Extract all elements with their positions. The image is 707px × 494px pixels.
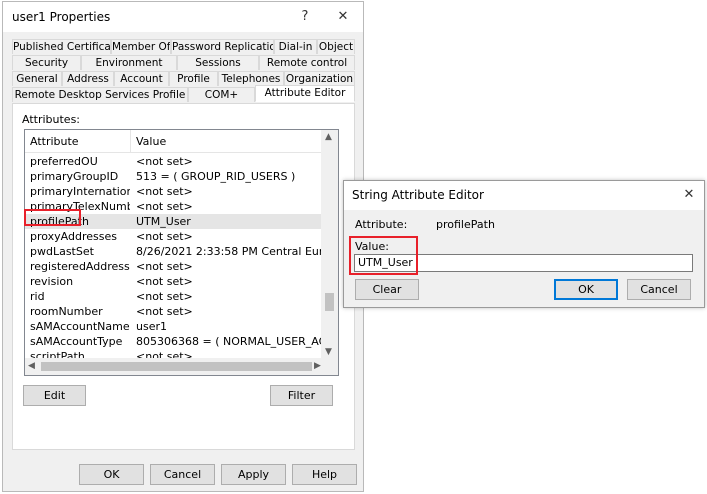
value-highlight bbox=[349, 236, 418, 275]
tab-profile[interactable]: Profile bbox=[169, 71, 218, 86]
vertical-scroll-thumb[interactable] bbox=[325, 293, 334, 311]
ok-button[interactable]: OK bbox=[79, 464, 144, 485]
tab-password-replication[interactable]: Password Replication bbox=[171, 39, 274, 54]
tab-remote-control[interactable]: Remote control bbox=[259, 55, 355, 70]
attribute-name-cell: proxyAddresses bbox=[30, 230, 117, 243]
attribute-name-cell: revision bbox=[30, 275, 74, 288]
tab-sessions[interactable]: Sessions bbox=[177, 55, 259, 70]
scroll-up-icon[interactable]: ▲ bbox=[325, 132, 332, 142]
tab-published-certificates[interactable]: Published Certificates bbox=[12, 39, 111, 54]
scroll-right-icon[interactable]: ▶ bbox=[314, 361, 321, 371]
tab-remote-desktop-services-profile[interactable]: Remote Desktop Services Profile bbox=[12, 87, 188, 102]
horizontal-scrollbar[interactable]: ◀ ▶ bbox=[25, 358, 322, 375]
tab-security[interactable]: Security bbox=[12, 55, 81, 70]
profile-path-highlight bbox=[24, 209, 81, 226]
column-header-value[interactable]: Value bbox=[136, 135, 166, 148]
edit-button[interactable]: Edit bbox=[23, 385, 86, 406]
attribute-value-cell: 513 = ( GROUP_RID_USERS ) bbox=[136, 170, 296, 183]
tab-organization[interactable]: Organization bbox=[284, 71, 355, 86]
tab-com-plus[interactable]: COM+ bbox=[188, 87, 255, 102]
tab-dial-in[interactable]: Dial-in bbox=[274, 39, 317, 54]
attribute-name-cell: registeredAddress bbox=[30, 260, 130, 273]
attribute-name-cell: primaryGroupID bbox=[30, 170, 119, 183]
attribute-name-cell: rid bbox=[30, 290, 45, 303]
column-header-attribute[interactable]: Attribute bbox=[30, 135, 79, 148]
scroll-left-icon[interactable]: ◀ bbox=[28, 361, 35, 371]
attribute-value-cell: user1 bbox=[136, 320, 167, 333]
table-row[interactable]: registeredAddress <not set> bbox=[25, 259, 322, 274]
vertical-scrollbar[interactable]: ▲ ▼ bbox=[321, 130, 338, 360]
tab-telephones[interactable]: Telephones bbox=[218, 71, 284, 86]
clear-button[interactable]: Clear bbox=[355, 279, 419, 300]
apply-button[interactable]: Apply bbox=[221, 464, 286, 485]
filter-button[interactable]: Filter bbox=[270, 385, 333, 406]
close-icon[interactable]: ✕ bbox=[328, 7, 358, 27]
tab-address[interactable]: Address bbox=[62, 71, 114, 86]
attribute-name-cell: pwdLastSet bbox=[30, 245, 94, 258]
window-title: user1 Properties bbox=[12, 10, 111, 24]
attribute-value-cell: 8/26/2021 2:33:58 PM Central Europe Dayl… bbox=[136, 245, 322, 258]
attribute-value-cell: <not set> bbox=[136, 155, 193, 168]
dialog-ok-button[interactable]: OK bbox=[554, 279, 618, 300]
list-header: Attribute Value bbox=[25, 130, 322, 153]
attribute-value-cell: <not set> bbox=[136, 185, 193, 198]
help-icon[interactable]: ? bbox=[290, 7, 320, 27]
attributes-list[interactable]: Attribute Value preferredOU <not set> prim… bbox=[24, 129, 339, 376]
tab-attribute-editor[interactable]: Attribute Editor bbox=[255, 85, 355, 102]
attribute-value-cell: <not set> bbox=[136, 305, 193, 318]
attribute-label: Attribute: bbox=[355, 218, 408, 231]
attribute-name-cell: preferredOU bbox=[30, 155, 98, 168]
cancel-button[interactable]: Cancel bbox=[150, 464, 215, 485]
horizontal-scroll-thumb[interactable] bbox=[41, 362, 312, 371]
attributes-label: Attributes: bbox=[22, 113, 81, 126]
attribute-value-cell: 805306368 = ( NORMAL_USER_ACCOUNT bbox=[136, 335, 322, 348]
table-row[interactable]: rid <not set> bbox=[25, 289, 322, 304]
attribute-value-cell: UTM_User bbox=[136, 215, 191, 228]
scroll-down-icon[interactable]: ▼ bbox=[325, 347, 332, 357]
attribute-value-cell: <not set> bbox=[136, 275, 193, 288]
attribute-name: profilePath bbox=[436, 218, 495, 231]
dialog-title-bar: String Attribute Editor ✕ bbox=[344, 181, 704, 210]
dialog-title: String Attribute Editor bbox=[352, 188, 484, 202]
table-row[interactable]: sAMAccountName user1 bbox=[25, 319, 322, 334]
table-row[interactable]: pwdLastSet 8/26/2021 2:33:58 PM Central E… bbox=[25, 244, 322, 259]
string-attribute-editor-dialog: String Attribute Editor ✕ Attribute: pro… bbox=[343, 180, 705, 308]
table-row[interactable]: sAMAccountType 805306368 = ( NORMAL_USER_… bbox=[25, 334, 322, 349]
table-row[interactable]: preferredOU <not set> bbox=[25, 154, 322, 169]
table-row[interactable]: primaryGroupID 513 = ( GROUP_RID_USERS ) bbox=[25, 169, 322, 184]
attribute-name-cell: primaryInternationalIS... bbox=[30, 185, 130, 198]
attribute-value-cell: <not set> bbox=[136, 230, 193, 243]
title-bar: user1 Properties ? ✕ bbox=[3, 2, 363, 32]
scrollbar-corner bbox=[321, 358, 338, 375]
column-divider[interactable] bbox=[130, 130, 131, 152]
dialog-cancel-button[interactable]: Cancel bbox=[627, 279, 691, 300]
user-properties-window: user1 Properties ? ✕ Published Certifica… bbox=[2, 1, 364, 492]
attribute-name-cell: sAMAccountName bbox=[30, 320, 130, 333]
dialog-close-icon[interactable]: ✕ bbox=[674, 185, 704, 205]
tab-general[interactable]: General bbox=[12, 71, 62, 86]
table-row[interactable]: primaryInternationalIS... <not set> bbox=[25, 184, 322, 199]
attribute-value-cell: <not set> bbox=[136, 290, 193, 303]
table-row[interactable]: proxyAddresses <not set> bbox=[25, 229, 322, 244]
table-row[interactable]: revision <not set> bbox=[25, 274, 322, 289]
attribute-value-cell: <not set> bbox=[136, 200, 193, 213]
tab-environment[interactable]: Environment bbox=[81, 55, 177, 70]
tab-account[interactable]: Account bbox=[114, 71, 169, 86]
attribute-name-cell: roomNumber bbox=[30, 305, 103, 318]
attribute-value-cell: <not set> bbox=[136, 260, 193, 273]
tab-object[interactable]: Object bbox=[317, 39, 355, 54]
table-row[interactable]: roomNumber <not set> bbox=[25, 304, 322, 319]
attribute-name-cell: sAMAccountType bbox=[30, 335, 123, 348]
help-button[interactable]: Help bbox=[292, 464, 357, 485]
tab-member-of[interactable]: Member Of bbox=[111, 39, 171, 54]
